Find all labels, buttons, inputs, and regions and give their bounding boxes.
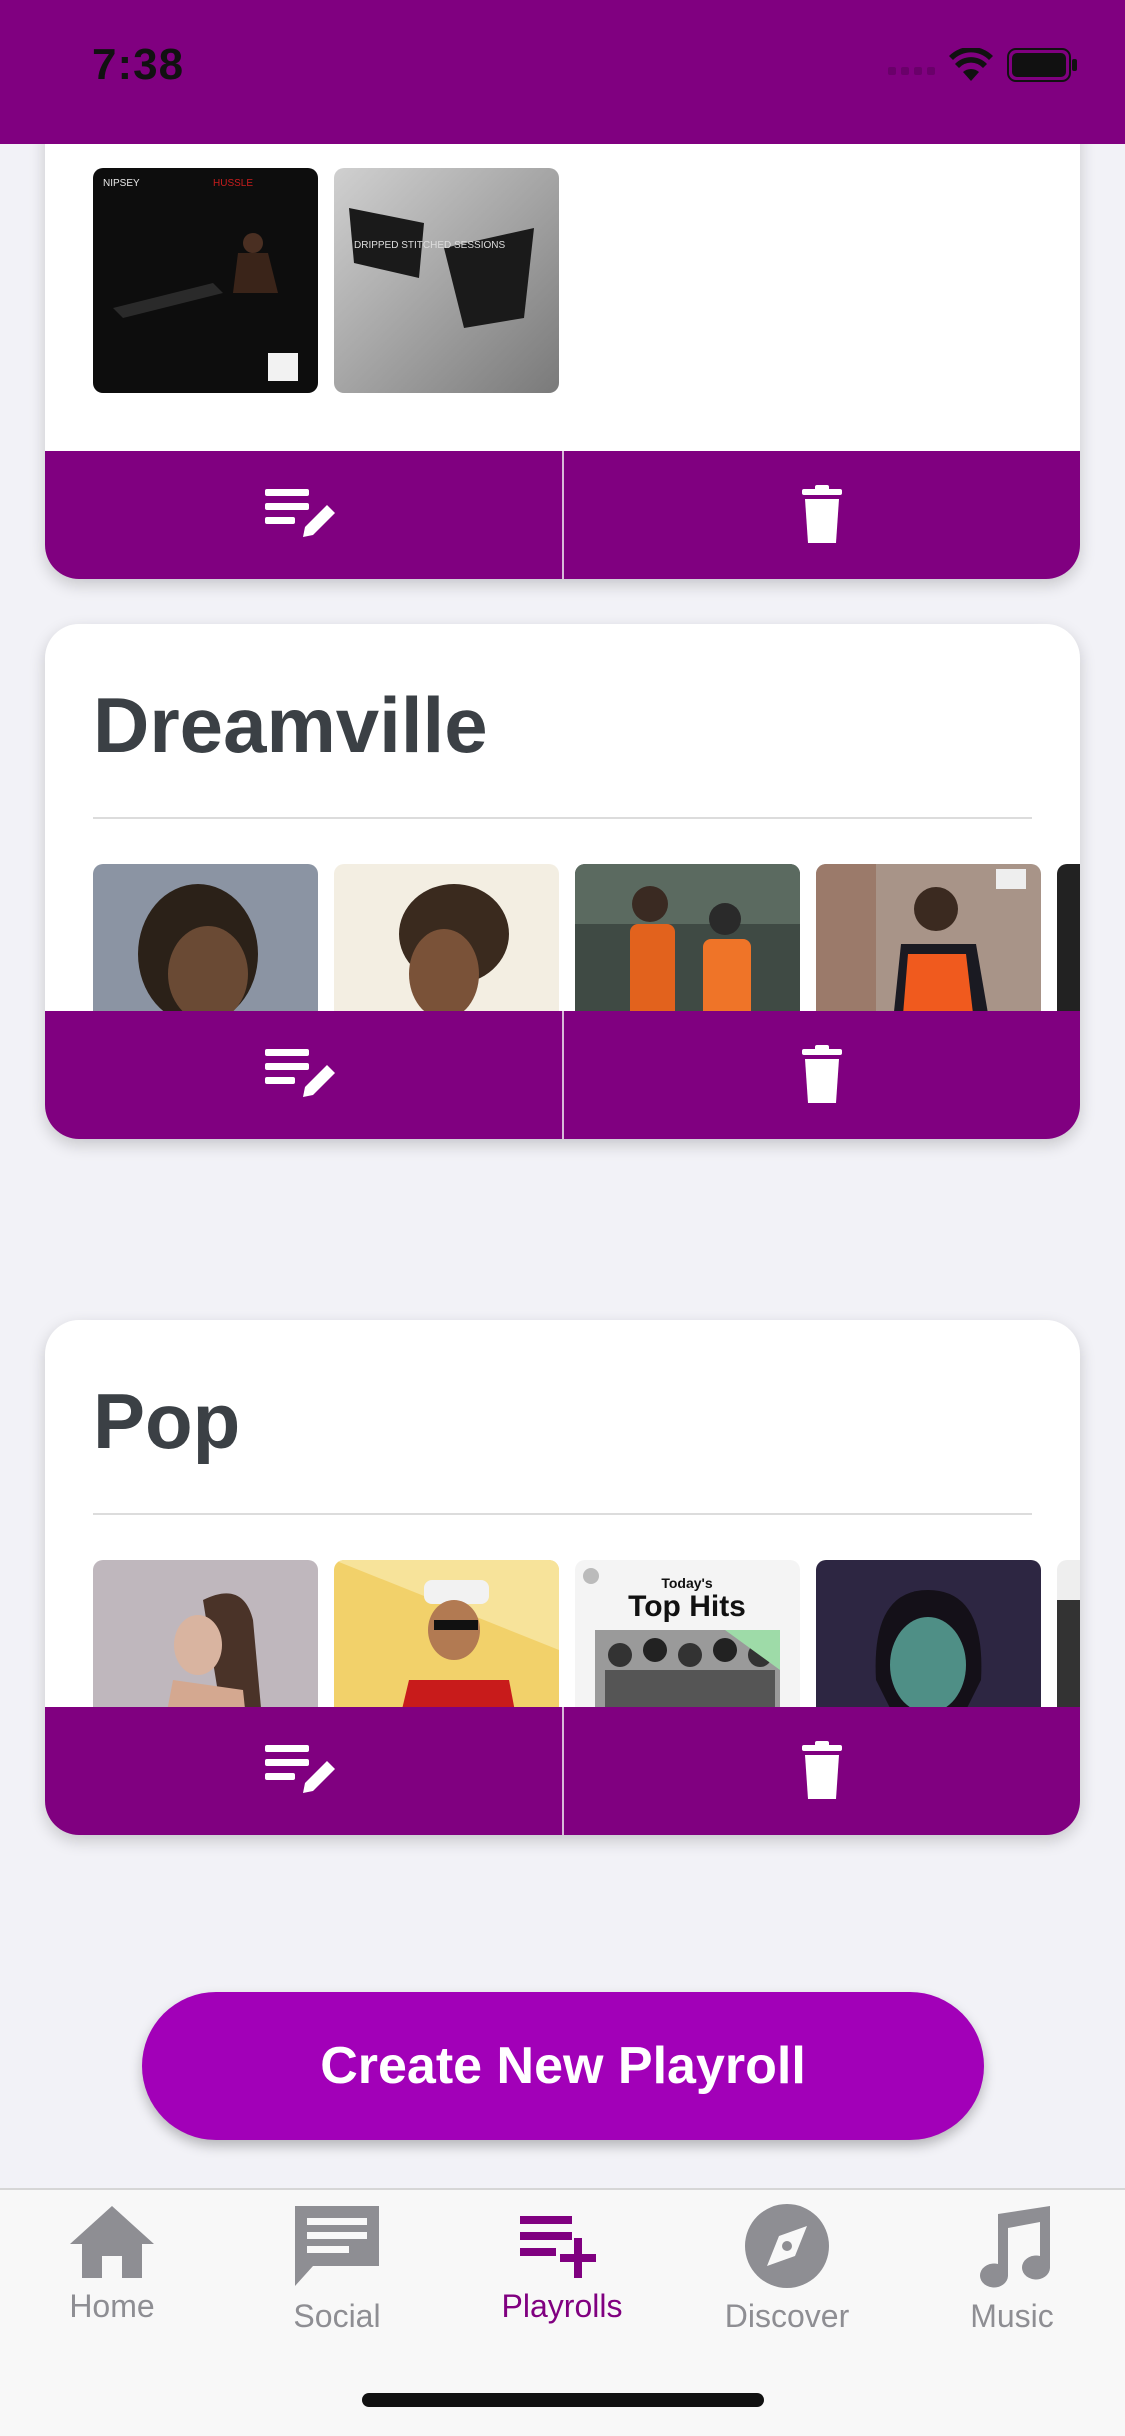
playlist-card: NIPSEY HUSSLE DRIPPED STITCHED SESSIONS bbox=[45, 144, 1080, 579]
cover-text: NIPSEY bbox=[103, 178, 140, 189]
tab-music[interactable]: Music bbox=[922, 2202, 1102, 2335]
playlist-actions bbox=[45, 1011, 1080, 1139]
edit-playlist-button[interactable] bbox=[45, 451, 562, 579]
edit-playlist-icon bbox=[265, 1745, 336, 1793]
playlist-card: Dreamville bbox=[45, 624, 1080, 1139]
edit-playlist-button[interactable] bbox=[45, 1707, 562, 1835]
divider bbox=[93, 817, 1032, 819]
cover-text: Today's bbox=[661, 1575, 713, 1591]
trash-icon bbox=[801, 1045, 842, 1103]
trash-icon bbox=[801, 1741, 842, 1799]
edit-playlist-button[interactable] bbox=[45, 1011, 562, 1139]
cover-text: DRIPPED STITCHED SESSIONS bbox=[354, 240, 505, 251]
tab-social[interactable]: Social bbox=[247, 2202, 427, 2335]
tab-playrolls[interactable]: Playrolls bbox=[472, 2202, 652, 2325]
music-note-icon bbox=[980, 2206, 1050, 2288]
chat-icon bbox=[295, 2206, 379, 2286]
edit-playlist-icon bbox=[265, 489, 336, 537]
battery-icon bbox=[1007, 48, 1077, 82]
playlist-list[interactable]: NIPSEY HUSSLE DRIPPED STITCHED SESSIONS bbox=[0, 144, 1125, 2189]
compass-icon bbox=[745, 2204, 829, 2288]
tab-label: Playrolls bbox=[501, 2288, 623, 2324]
cover-text: Top Hits bbox=[628, 1590, 746, 1623]
status-bar: 7:38 bbox=[0, 0, 1125, 144]
playlist-actions bbox=[45, 451, 1080, 579]
create-new-playroll-button[interactable]: Create New Playroll bbox=[142, 1992, 984, 2140]
tab-label: Music bbox=[970, 2298, 1054, 2334]
cellular-signal-icon bbox=[888, 55, 935, 75]
playlist-title[interactable]: Pop bbox=[93, 1376, 240, 1467]
playlist-actions bbox=[45, 1707, 1080, 1835]
playlist-card: Pop Today's Top Hits bbox=[45, 1320, 1080, 1835]
tab-label: Social bbox=[293, 2298, 381, 2334]
home-icon bbox=[70, 2206, 154, 2278]
playlist-add-icon bbox=[520, 2216, 596, 2278]
tab-discover[interactable]: Discover bbox=[697, 2202, 877, 2335]
edit-playlist-icon bbox=[265, 1049, 336, 1097]
tab-label: Discover bbox=[724, 2298, 850, 2334]
delete-playlist-button[interactable] bbox=[561, 451, 1081, 579]
divider bbox=[93, 1513, 1032, 1515]
album-cover-dripped-sessions[interactable]: DRIPPED STITCHED SESSIONS bbox=[334, 168, 559, 393]
home-indicator[interactable] bbox=[362, 2393, 764, 2407]
delete-playlist-button[interactable] bbox=[561, 1707, 1081, 1835]
tab-label: Home bbox=[69, 2288, 155, 2324]
playlist-title[interactable]: Dreamville bbox=[93, 680, 488, 771]
status-time: 7:38 bbox=[92, 40, 185, 89]
playlist-thumbnails[interactable]: NIPSEY HUSSLE DRIPPED STITCHED SESSIONS bbox=[93, 168, 1080, 393]
album-cover-nipsey-hussle[interactable]: NIPSEY HUSSLE bbox=[93, 168, 318, 393]
tab-home[interactable]: Home bbox=[22, 2202, 202, 2325]
status-icons bbox=[888, 48, 1079, 82]
trash-icon bbox=[801, 485, 842, 543]
wifi-icon bbox=[949, 48, 993, 81]
delete-playlist-button[interactable] bbox=[561, 1011, 1081, 1139]
cover-text: HUSSLE bbox=[213, 178, 253, 189]
